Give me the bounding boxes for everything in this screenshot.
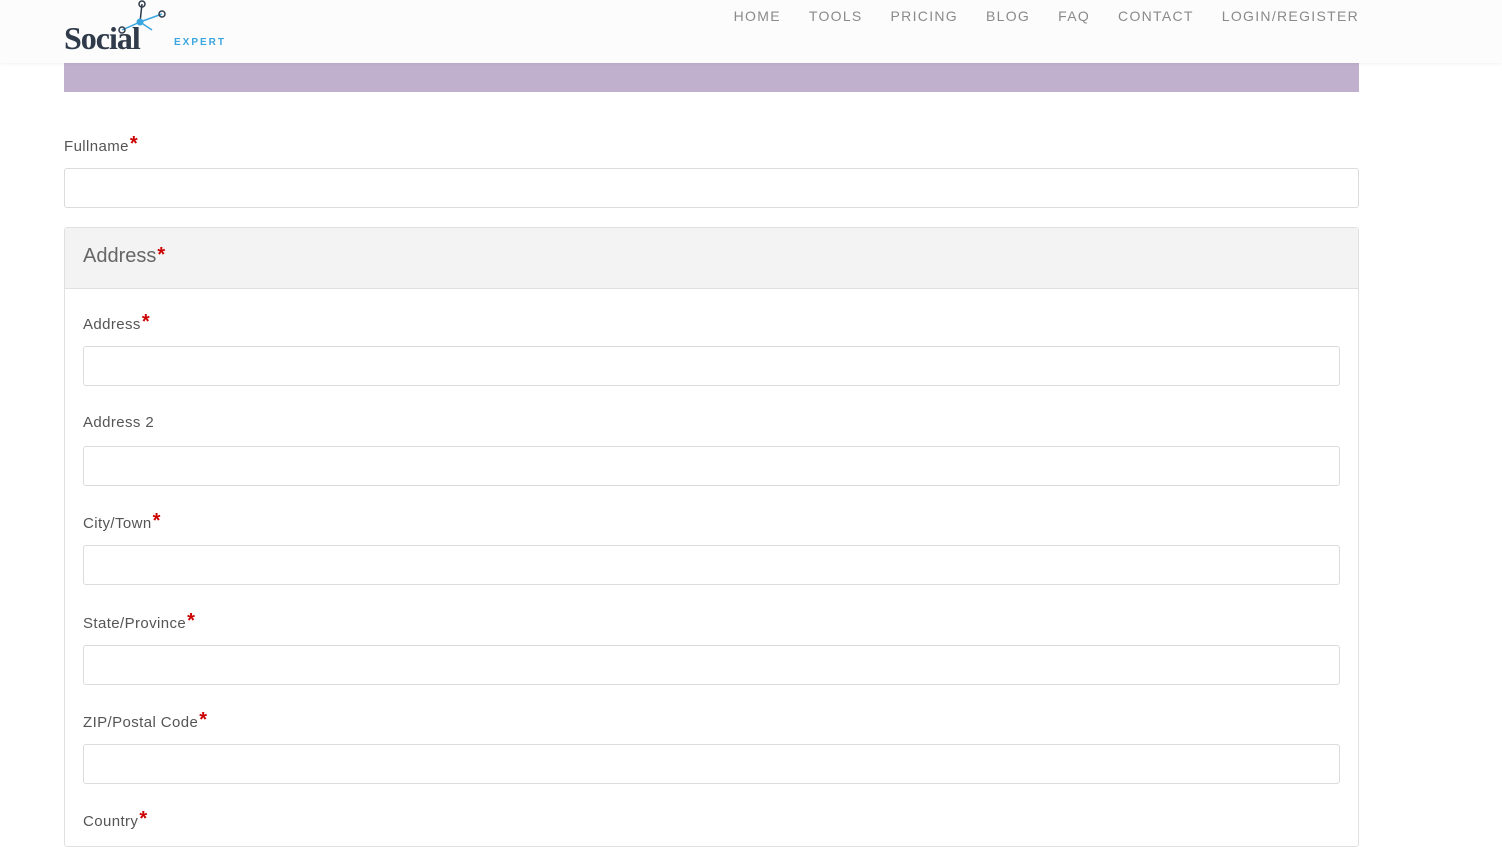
logo-subtext: EXPERT [174,37,227,48]
address2-label: Address 2 [83,414,154,431]
nav-contact[interactable]: CONTACT [1118,8,1194,24]
country-label-text: Country [83,813,139,830]
state-input[interactable] [83,645,1340,685]
state-label: State/Province* [83,610,196,634]
site-logo[interactable]: Social EXPERT [64,0,234,60]
required-mark: * [141,311,151,333]
zip-input[interactable] [83,744,1340,784]
city-label: City/Town* [83,510,161,534]
fullname-input[interactable] [64,168,1359,208]
logo-wordmark: Social [64,20,141,56]
zip-label-text: ZIP/Postal Code [83,714,199,731]
nav-home[interactable]: HOME [734,8,781,24]
address2-input[interactable] [83,446,1340,486]
fullname-label-text: Fullname [64,138,129,155]
nav-pricing[interactable]: PRICING [891,8,958,24]
required-mark: * [152,510,161,532]
address2-label-text: Address 2 [83,414,155,431]
address-panel-header: Address* [65,228,1358,289]
nav-login-register[interactable]: LOGIN/REGISTER [1222,8,1359,24]
address-label-text: Address [83,316,141,333]
required-mark: * [139,808,148,830]
address-panel-title-text: Address [83,245,157,267]
zip-label: ZIP/Postal Code* [83,709,208,733]
address-panel-title: Address* [83,244,166,268]
country-label: Country* [83,808,148,832]
main-nav: HOME TOOLS PRICING BLOG FAQ CONTACT LOGI… [706,8,1359,24]
header-bar: Social EXPERT HOME TOOLS PRICING BLOG FA… [0,0,1502,63]
required-mark: * [187,610,196,632]
nav-faq[interactable]: FAQ [1058,8,1090,24]
state-label-text: State/Province [83,615,187,632]
fullname-label: Fullname* [64,133,139,157]
city-input[interactable] [83,545,1340,585]
page-banner [64,63,1359,92]
required-mark: * [157,244,166,266]
address-panel: Address* Address* Address 2 City/Town* S… [64,227,1359,847]
nav-blog[interactable]: BLOG [986,8,1030,24]
address-input[interactable] [83,346,1340,386]
address-label: Address* [83,311,151,335]
city-label-text: City/Town [83,515,152,532]
nav-tools[interactable]: TOOLS [809,8,863,24]
required-mark: * [199,709,208,731]
required-mark: * [129,133,139,155]
